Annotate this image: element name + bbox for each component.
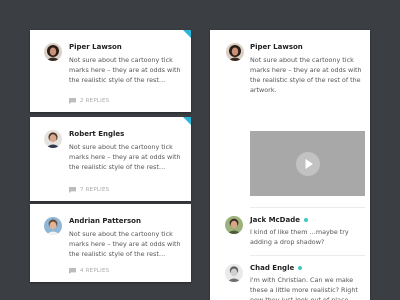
divider bbox=[250, 207, 365, 208]
reply-count-label: 7 REPLIES bbox=[80, 187, 110, 193]
comment-author[interactable]: Piper Lawson bbox=[69, 43, 122, 51]
avatar bbox=[44, 130, 62, 148]
thread-text: Not sure about the cartoony tick marks h… bbox=[250, 56, 362, 94]
speech-bubble-icon bbox=[69, 268, 76, 274]
comment-text: Not sure about the cartoony tick marks h… bbox=[69, 56, 181, 84]
reply-text: I kind of like them …maybe try adding a … bbox=[250, 228, 349, 246]
speech-bubble-icon bbox=[69, 98, 76, 104]
comment-text: Not sure about the cartoony tick marks h… bbox=[69, 143, 181, 171]
unread-corner-marker bbox=[183, 30, 191, 38]
reply-author-name: Jack McDade bbox=[250, 216, 300, 224]
reply-text: I'm with Christian. Can we make these a … bbox=[250, 276, 358, 300]
avatar bbox=[226, 43, 244, 61]
avatar bbox=[225, 264, 243, 282]
thread-panel: Piper Lawson Not sure about the cartoony… bbox=[210, 30, 370, 300]
play-icon bbox=[305, 159, 313, 169]
reply-count-label: 2 REPLIES bbox=[80, 98, 110, 104]
comment-card[interactable]: Robert Engles Not sure about the cartoon… bbox=[30, 117, 191, 201]
comment-card[interactable]: Andrian Patterson Not sure about the car… bbox=[30, 204, 191, 282]
unread-corner-marker bbox=[183, 117, 191, 125]
reply-count-link[interactable]: 4 REPLIES bbox=[69, 268, 109, 274]
reply-author[interactable]: Chad Engle bbox=[250, 264, 303, 272]
online-status-dot bbox=[298, 266, 303, 270]
divider bbox=[250, 255, 365, 256]
comment-card[interactable]: Piper Lawson Not sure about the cartoony… bbox=[30, 30, 191, 112]
reply-count-link[interactable]: 2 REPLIES bbox=[69, 98, 109, 104]
speech-bubble-icon bbox=[69, 187, 76, 193]
reply-author-name: Chad Engle bbox=[250, 264, 295, 272]
comment-author[interactable]: Andrian Patterson bbox=[69, 217, 141, 225]
play-button[interactable] bbox=[296, 152, 320, 176]
reply-count-label: 4 REPLIES bbox=[80, 268, 110, 274]
comment-text: Not sure about the cartoony tick marks h… bbox=[69, 230, 181, 258]
avatar bbox=[44, 217, 62, 235]
video-attachment[interactable] bbox=[250, 131, 365, 196]
avatar bbox=[225, 216, 243, 234]
avatar bbox=[44, 43, 62, 61]
reply-author[interactable]: Jack McDade bbox=[250, 216, 308, 224]
reply-count-link[interactable]: 7 REPLIES bbox=[69, 187, 109, 193]
thread-author[interactable]: Piper Lawson bbox=[250, 43, 303, 51]
online-status-dot bbox=[303, 218, 308, 222]
comment-author[interactable]: Robert Engles bbox=[69, 130, 124, 138]
